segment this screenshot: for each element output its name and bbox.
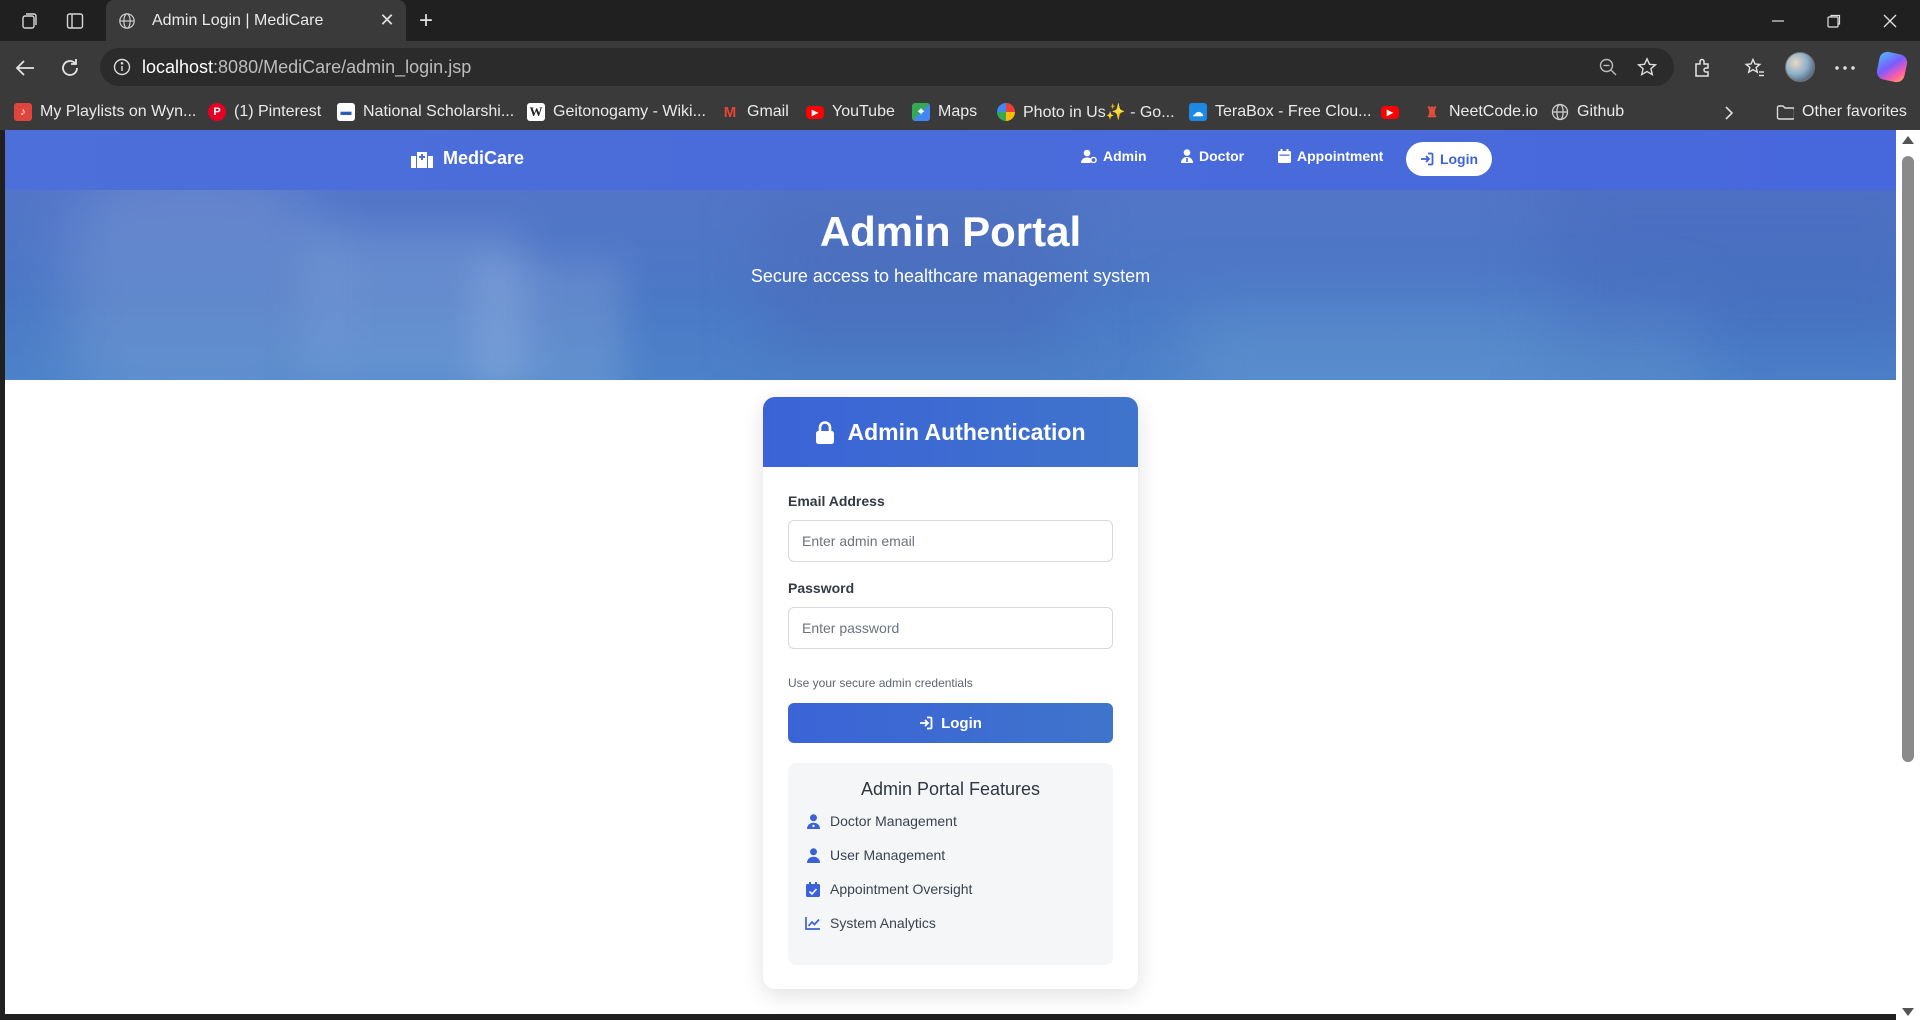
youtube-icon: ▶ xyxy=(806,105,824,119)
page-title: Admin Portal xyxy=(819,208,1082,255)
page-viewport: MediCare Admin Doctor Appointment Login xyxy=(5,130,1896,1014)
features-panel: Admin Portal Features Doctor Management … xyxy=(788,763,1113,965)
profile-avatar[interactable] xyxy=(1785,52,1815,82)
user-gear-icon xyxy=(1081,149,1097,163)
brand-logo[interactable]: MediCare xyxy=(411,148,524,169)
bookmark-item[interactable]: P (1) Pinterest xyxy=(208,100,321,124)
close-tab-icon[interactable]: ✕ xyxy=(374,8,400,34)
feature-item: Doctor Management xyxy=(804,813,957,829)
globe-icon xyxy=(1551,103,1569,121)
reload-icon[interactable] xyxy=(55,53,85,83)
restore-icon[interactable] xyxy=(1814,6,1854,36)
calendar-check-icon xyxy=(804,881,822,897)
bookmark-item[interactable]: ⌖ Maps xyxy=(912,100,977,124)
scroll-down-icon[interactable] xyxy=(1902,1008,1914,1016)
email-label: Email Address xyxy=(788,493,885,509)
maps-icon: ⌖ xyxy=(912,103,930,121)
scrollbar-thumb[interactable] xyxy=(1902,156,1914,762)
zoom-out-icon[interactable] xyxy=(1596,55,1620,79)
terabox-icon: ☁ xyxy=(1189,103,1207,121)
photos-icon xyxy=(997,103,1015,121)
other-favorites[interactable]: Other favorites xyxy=(1776,100,1907,124)
sign-in-icon xyxy=(1420,152,1434,166)
site-navbar: MediCare Admin Doctor Appointment Login xyxy=(5,130,1896,190)
page-subtitle: Secure access to healthcare management s… xyxy=(750,266,1151,286)
bookmark-item[interactable]: ♜ NeetCode.io xyxy=(1423,100,1538,124)
user-icon xyxy=(804,847,822,863)
bookmark-item[interactable]: ▬ National Scholarshi... xyxy=(337,100,514,124)
doctor-icon xyxy=(1181,149,1193,163)
tab-title: Admin Login | MediCare xyxy=(152,11,324,29)
playlist-icon: ♪ xyxy=(14,103,32,121)
feature-item: Appointment Oversight xyxy=(804,881,972,897)
new-tab-button[interactable]: + xyxy=(412,7,440,35)
bookmark-item[interactable]: ♪ My Playlists on Wyn... xyxy=(14,100,196,124)
nav-doctor[interactable]: Doctor xyxy=(1181,148,1244,164)
nav-admin[interactable]: Admin xyxy=(1081,148,1147,164)
bookmark-item[interactable]: W Geitonogamy - Wiki... xyxy=(527,100,706,124)
brand-name: MediCare xyxy=(443,148,525,168)
close-window-icon[interactable] xyxy=(1870,6,1910,36)
extensions-icon[interactable] xyxy=(1688,53,1718,83)
bookmark-item[interactable]: M Gmail xyxy=(721,100,789,124)
calendar-icon xyxy=(1278,149,1291,163)
feature-item: User Management xyxy=(804,847,945,863)
address-bar[interactable]: localhost:8080/MediCare/admin_login.jsp xyxy=(100,48,1674,86)
url-text[interactable]: localhost:8080/MediCare/admin_login.jsp xyxy=(142,57,471,78)
page-scrollbar[interactable] xyxy=(1896,130,1920,1020)
minimize-icon[interactable] xyxy=(1758,6,1798,36)
gmail-icon: M xyxy=(723,103,737,121)
nav-appointment[interactable]: Appointment xyxy=(1278,148,1383,164)
credentials-hint: Use your secure admin credentials xyxy=(788,676,973,690)
bookmark-item[interactable]: ▶ xyxy=(1381,100,1407,124)
card-header: Admin Authentication xyxy=(763,397,1138,467)
youtube-icon: ▶ xyxy=(1381,105,1399,119)
active-tab[interactable]: Admin Login | MediCare ✕ xyxy=(106,0,406,41)
copilot-icon[interactable] xyxy=(1875,50,1909,84)
scroll-up-icon[interactable] xyxy=(1902,136,1914,144)
vertical-tabs-icon[interactable] xyxy=(62,8,88,34)
folder-icon xyxy=(1776,103,1794,121)
bookmark-item[interactable]: Github xyxy=(1551,100,1624,124)
nav-login-button[interactable]: Login xyxy=(1406,142,1492,176)
password-label: Password xyxy=(788,580,855,596)
chart-line-icon xyxy=(804,916,822,930)
bookmark-item[interactable]: Photo in Us✨ - Go... xyxy=(997,100,1175,124)
password-field[interactable] xyxy=(788,607,1113,649)
sign-in-icon xyxy=(919,716,933,730)
window-bottom-edge xyxy=(0,1014,1896,1020)
login-card: Admin Authentication Email Address Passw… xyxy=(763,397,1138,989)
hospital-icon xyxy=(411,151,433,168)
login-button[interactable]: Login xyxy=(788,703,1113,743)
neetcode-icon: ♜ xyxy=(1425,103,1439,120)
more-options-icon[interactable] xyxy=(1830,53,1860,83)
wikipedia-icon: W xyxy=(527,103,545,121)
lock-icon xyxy=(815,420,835,444)
globe-icon xyxy=(114,8,140,34)
workspaces-icon[interactable] xyxy=(16,8,42,34)
browser-toolbar: localhost:8080/MediCare/admin_login.jsp xyxy=(0,41,1920,94)
doctor-icon xyxy=(804,813,822,829)
login-button-label: Login xyxy=(941,714,982,732)
bookmark-item[interactable]: ☁ TeraBox - Free Clou... xyxy=(1189,100,1372,124)
bookmark-item[interactable]: ▶ YouTube xyxy=(806,100,895,124)
back-icon[interactable] xyxy=(10,53,40,83)
hero-banner: Admin Portal Secure access to healthcare… xyxy=(5,190,1896,380)
favorites-icon[interactable] xyxy=(1740,53,1770,83)
site-info-icon[interactable] xyxy=(110,55,134,79)
browser-tab-bar: Admin Login | MediCare ✕ + xyxy=(0,0,1920,41)
feature-item: System Analytics xyxy=(804,915,936,931)
email-field[interactable] xyxy=(788,520,1113,562)
pinterest-icon: P xyxy=(208,103,226,121)
chevron-right-icon[interactable] xyxy=(1718,103,1740,123)
features-title: Admin Portal Features xyxy=(860,779,1041,799)
favorite-star-icon[interactable] xyxy=(1634,54,1660,80)
bookmarks-bar: ♪ My Playlists on Wyn... P (1) Pinterest ▬… xyxy=(0,94,1920,130)
scholarship-icon: ▬ xyxy=(337,103,355,121)
card-title: Admin Authentication xyxy=(847,418,1086,445)
